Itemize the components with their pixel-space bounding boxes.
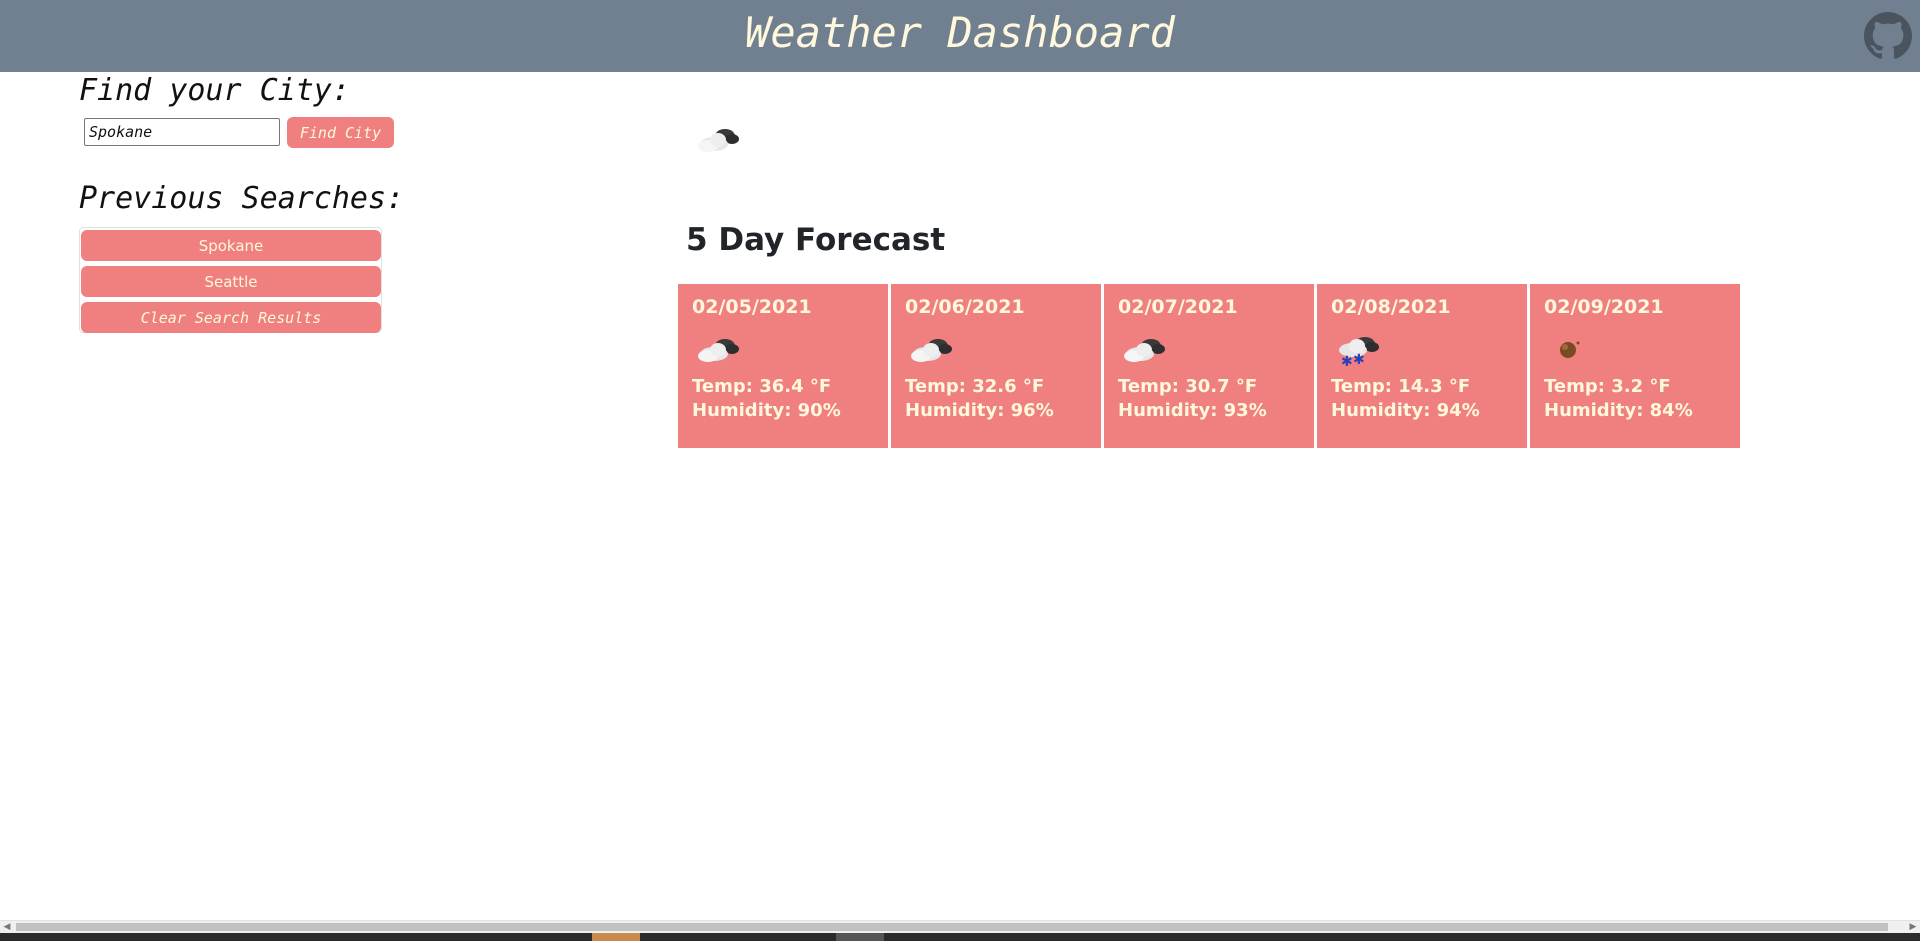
- forecast-temp: Temp: 3.2 °F: [1544, 376, 1671, 397]
- forecast-date: 02/06/2021: [905, 296, 1025, 318]
- few-clouds-icon: [698, 129, 739, 152]
- scrollbar-thumb[interactable]: [16, 923, 1888, 931]
- history-item-seattle[interactable]: Seattle: [81, 266, 381, 297]
- scroll-right-icon[interactable]: ▶: [1906, 921, 1920, 933]
- forecast-temp: Temp: 36.4 °F: [692, 376, 832, 397]
- forecast-heading: 5 Day Forecast: [686, 222, 946, 258]
- snow-icon: ✱ ✱: [1339, 337, 1379, 368]
- forecast-card: 02/06/2021 Temp: 32.6 °F Humidity: 96%: [891, 284, 1101, 448]
- taskbar-strip: [0, 933, 1920, 941]
- scroll-left-icon[interactable]: ◀: [0, 921, 14, 933]
- svg-text:✱: ✱: [1341, 354, 1353, 368]
- few-clouds-icon: [1124, 339, 1165, 362]
- forecast-temp: Temp: 32.6 °F: [905, 376, 1045, 397]
- forecast-humidity: Humidity: 94%: [1331, 400, 1480, 421]
- forecast-humidity: Humidity: 96%: [905, 400, 1054, 421]
- svg-text:✱: ✱: [1353, 352, 1365, 368]
- app-header: Weather Dashboard: [0, 0, 1920, 72]
- forecast-temp: Temp: 14.3 °F: [1331, 376, 1471, 397]
- github-icon: [1864, 12, 1912, 59]
- forecast-humidity: Humidity: 93%: [1118, 400, 1267, 421]
- few-clouds-icon: [911, 339, 952, 362]
- find-city-button[interactable]: Find City: [287, 117, 394, 148]
- few-clouds-icon: [698, 339, 739, 362]
- search-history-list: Spokane Seattle Clear Search Results: [79, 227, 382, 333]
- taskbar-item[interactable]: [836, 933, 884, 941]
- forecast-card: 02/08/2021 ✱ ✱ Temp: 14.3 °F Humidity: 9…: [1317, 284, 1527, 448]
- forecast-card: 02/05/2021 Temp: 36.4 °F Humidity: 90%: [678, 284, 888, 448]
- forecast-date: 02/07/2021: [1118, 296, 1238, 318]
- forecast-temp: Temp: 30.7 °F: [1118, 376, 1258, 397]
- previous-searches-heading: Previous Searches:: [79, 181, 405, 216]
- horizontal-scrollbar[interactable]: ◀ ▶: [0, 920, 1920, 933]
- city-search-input[interactable]: [84, 118, 280, 146]
- forecast-humidity: Humidity: 90%: [692, 400, 841, 421]
- forecast-card: 02/07/2021 Temp: 30.7 °F Humidity: 93%: [1104, 284, 1314, 448]
- page-title: Weather Dashboard: [745, 8, 1175, 57]
- github-link[interactable]: [1864, 12, 1912, 60]
- taskbar-item[interactable]: [592, 933, 640, 941]
- clear-night-icon: [1560, 341, 1580, 358]
- forecast-humidity: Humidity: 84%: [1544, 400, 1693, 421]
- clear-search-results-button[interactable]: Clear Search Results: [81, 302, 381, 333]
- forecast-date: 02/05/2021: [692, 296, 812, 318]
- find-city-heading: Find your City:: [79, 73, 350, 108]
- history-item-spokane[interactable]: Spokane: [81, 230, 381, 261]
- forecast-date: 02/08/2021: [1331, 296, 1451, 318]
- forecast-date: 02/09/2021: [1544, 296, 1664, 318]
- forecast-card: 02/09/2021 Temp: 3.2 °F Humidity: 84%: [1530, 284, 1740, 448]
